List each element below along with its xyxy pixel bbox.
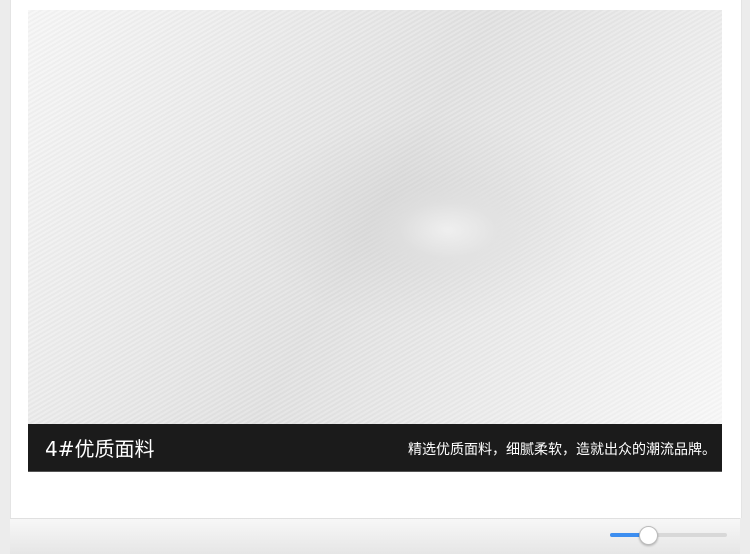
photo-shading: [28, 10, 722, 424]
caption-title: 4#优质面料: [45, 437, 155, 461]
zoom-slider[interactable]: [610, 526, 727, 545]
caption-description: 精选优质面料，细腻柔软，造就出众的潮流品牌。: [408, 442, 716, 458]
fabric-photo: [28, 10, 722, 424]
caption-bar: 4#优质面料 精选优质面料，细腻柔软，造就出众的潮流品牌。: [28, 424, 722, 472]
